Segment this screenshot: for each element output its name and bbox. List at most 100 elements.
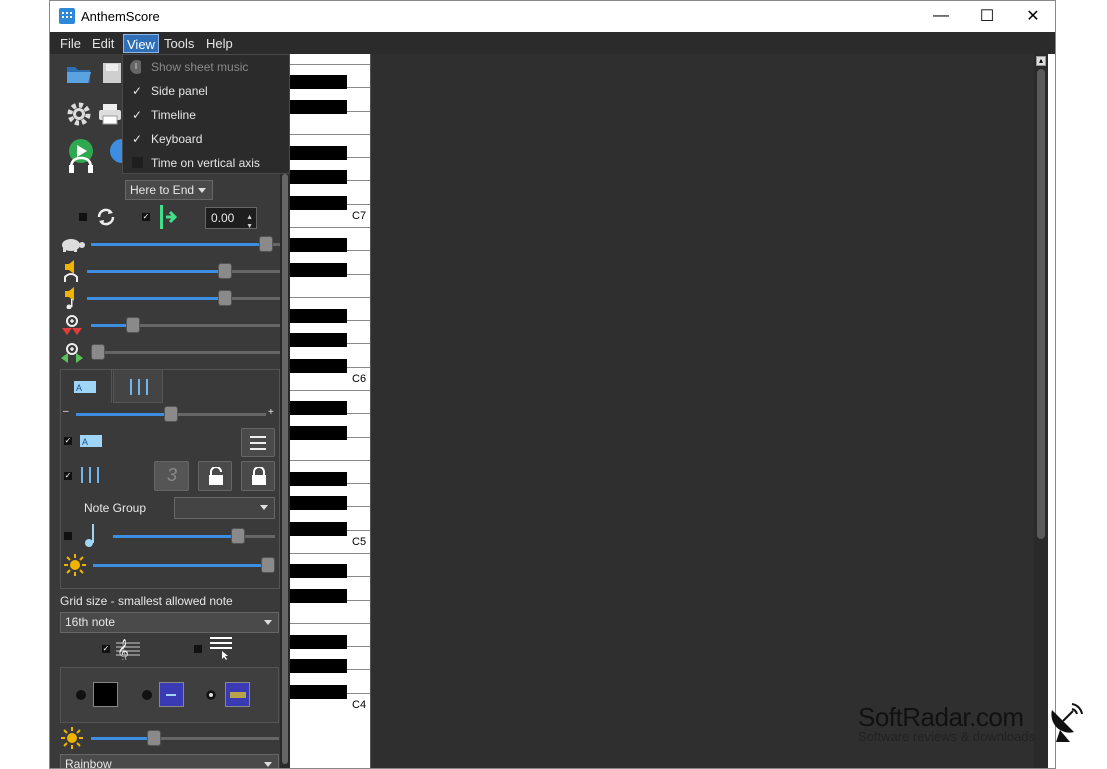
black-key[interactable]: [290, 238, 347, 252]
spectrogram-icon: A: [80, 435, 102, 447]
print-icon[interactable]: [98, 102, 122, 126]
black-key[interactable]: [290, 635, 347, 649]
canvas-scroll-thumb[interactable]: [1037, 69, 1045, 539]
menu-view[interactable]: View: [123, 34, 159, 53]
colormap-select[interactable]: Rainbow: [60, 754, 279, 768]
triplet-icon: 3: [167, 465, 178, 485]
menu-help[interactable]: Help: [203, 34, 236, 53]
play-with-headphones-icon[interactable]: [67, 138, 97, 174]
menu-item-time-on-vertical-axis[interactable]: Time on vertical axis: [123, 151, 289, 175]
loop-icon: [97, 208, 115, 226]
horizontal-zoom-icon: [61, 343, 83, 363]
scheme-black-swatch[interactable]: [93, 682, 118, 707]
black-key[interactable]: [290, 196, 347, 210]
open-folder-icon[interactable]: [66, 62, 92, 84]
menu-item-side-panel[interactable]: ✓ Side panel: [123, 79, 289, 103]
follow-playback-checkbox[interactable]: ✓: [142, 213, 150, 221]
octave-label: C4: [352, 699, 367, 711]
scheme-blue-swatch[interactable]: [159, 682, 184, 707]
notes-brightness-slider[interactable]: [93, 557, 275, 573]
menu-item-keyboard[interactable]: ✓ Keyboard: [123, 127, 289, 151]
triplet-button[interactable]: 3: [154, 461, 189, 491]
show-notes-checkbox[interactable]: ✓: [64, 472, 72, 480]
black-key[interactable]: [290, 146, 347, 160]
scheme-rainbow-radio[interactable]: [206, 690, 216, 700]
black-key[interactable]: [290, 496, 347, 510]
chevron-down-icon: [264, 762, 272, 767]
menu-item-show-sheet-music[interactable]: Show sheet music: [123, 55, 289, 79]
white-key-divider: [290, 227, 370, 228]
scheme-rainbow-swatch[interactable]: [225, 682, 250, 707]
playback-range-select[interactable]: Here to End: [125, 180, 213, 200]
maximize-button[interactable]: ☐: [964, 1, 1010, 31]
menu-item-timeline[interactable]: ✓ Timeline: [123, 103, 289, 127]
black-key[interactable]: [290, 359, 347, 373]
spectrogram-brightness-slider[interactable]: [91, 730, 279, 746]
view-menu-dropdown: Show sheet music ✓ Side panel ✓ Timeline…: [122, 54, 290, 174]
loop-checkbox[interactable]: [79, 213, 87, 221]
black-key[interactable]: [290, 659, 347, 673]
lock-button[interactable]: [241, 461, 275, 491]
black-key[interactable]: [290, 170, 347, 184]
notes-volume-icon: [65, 287, 74, 309]
piano-keyboard[interactable]: C7 C6 C5 C4: [290, 54, 371, 768]
menu-button[interactable]: [241, 428, 275, 457]
close-button[interactable]: ✕: [1010, 1, 1055, 31]
black-key[interactable]: [290, 426, 347, 440]
unchecked-box-icon: [132, 157, 143, 168]
grid-size-label: Grid size - smallest allowed note: [60, 594, 233, 608]
note-group-select[interactable]: [174, 497, 275, 519]
tab-notes[interactable]: [113, 369, 163, 403]
minimize-button[interactable]: —: [918, 1, 964, 31]
staff-lines-checkbox[interactable]: [194, 645, 202, 653]
horizontal-zoom-slider[interactable]: [91, 344, 280, 360]
unlock-button[interactable]: [198, 461, 232, 491]
white-key-divider: [290, 623, 370, 624]
note-length-slider[interactable]: [113, 528, 275, 544]
black-key[interactable]: [290, 472, 347, 486]
black-key[interactable]: [290, 309, 347, 323]
side-panel-scroll-thumb[interactable]: [282, 174, 288, 764]
black-key[interactable]: [290, 522, 347, 536]
menu-edit[interactable]: Edit: [89, 34, 117, 53]
menu-tools[interactable]: Tools: [161, 34, 197, 53]
spectrogram-contrast-slider[interactable]: [76, 406, 266, 422]
black-key[interactable]: [290, 564, 347, 578]
spectrogram-canvas[interactable]: [371, 54, 1034, 768]
svg-text:A: A: [76, 383, 82, 393]
scroll-up-icon[interactable]: ▴: [1036, 56, 1046, 66]
notes-volume-slider[interactable]: [87, 290, 280, 306]
spin-down-icon[interactable]: ▼: [246, 218, 253, 236]
settings-gear-icon[interactable]: [66, 101, 92, 127]
window-title: AnthemScore: [81, 9, 160, 24]
speed-slider[interactable]: [91, 236, 280, 252]
menu-file[interactable]: File: [57, 34, 84, 53]
offset-spinbox[interactable]: 0.00 ▲ ▼: [205, 207, 257, 230]
black-key[interactable]: [290, 263, 347, 277]
canvas-vertical-scrollbar[interactable]: ▴: [1034, 54, 1048, 768]
black-key[interactable]: [290, 333, 347, 347]
check-icon: ✓: [131, 132, 143, 146]
note-group-label: Note Group: [84, 501, 147, 515]
black-key[interactable]: [290, 100, 347, 114]
save-icon[interactable]: [102, 62, 122, 84]
treble-clef-checkbox[interactable]: ✓: [102, 645, 110, 653]
black-key[interactable]: [290, 75, 347, 89]
black-key[interactable]: [290, 685, 347, 699]
audio-volume-slider[interactable]: [87, 263, 280, 279]
vertical-zoom-slider[interactable]: [91, 317, 280, 333]
offset-value: 0.00: [211, 211, 235, 225]
eighth-note-icon: [85, 524, 94, 547]
black-key[interactable]: [290, 589, 347, 603]
note-length-checkbox[interactable]: [64, 532, 72, 540]
octave-label: C6: [352, 373, 367, 385]
grid-size-select[interactable]: 16th note: [60, 612, 279, 633]
scheme-black-radio[interactable]: [76, 690, 86, 700]
black-key[interactable]: [290, 401, 347, 415]
tab-spectrogram[interactable]: A: [60, 369, 112, 403]
scheme-blue-radio[interactable]: [142, 690, 152, 700]
vertical-zoom-icon: [62, 315, 82, 335]
show-spectrogram-checkbox[interactable]: ✓: [64, 437, 72, 445]
white-key-divider: [290, 553, 370, 554]
chevron-down-icon: [260, 505, 268, 510]
